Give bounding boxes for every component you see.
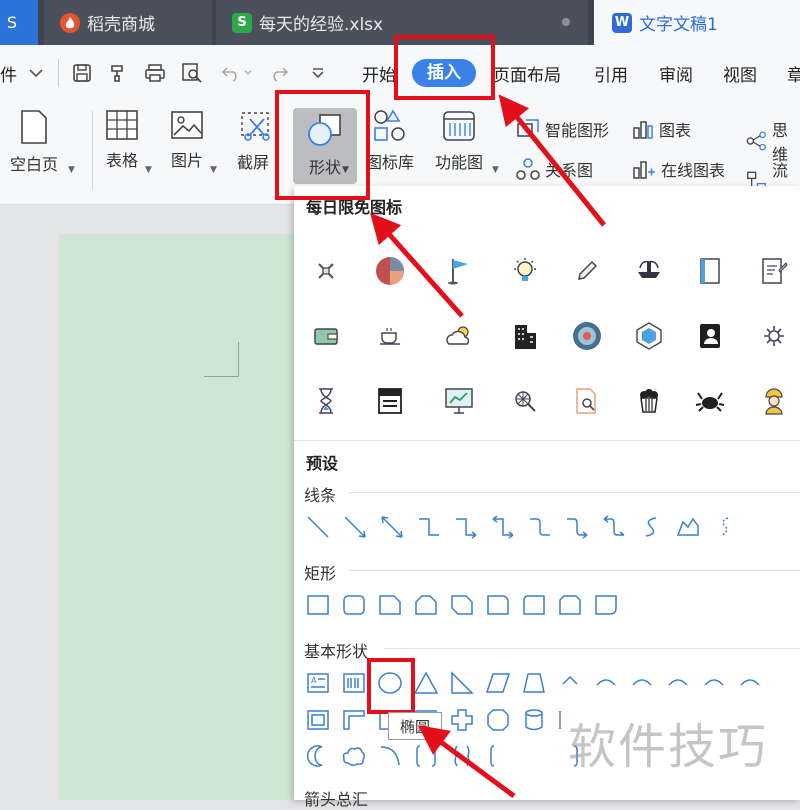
arrow-to-ellipse-shape — [417, 725, 516, 799]
annotation-arrows — [370, 94, 606, 799]
arrow-to-insert-tab — [498, 94, 606, 227]
arrow-to-shape-button — [370, 212, 464, 318]
